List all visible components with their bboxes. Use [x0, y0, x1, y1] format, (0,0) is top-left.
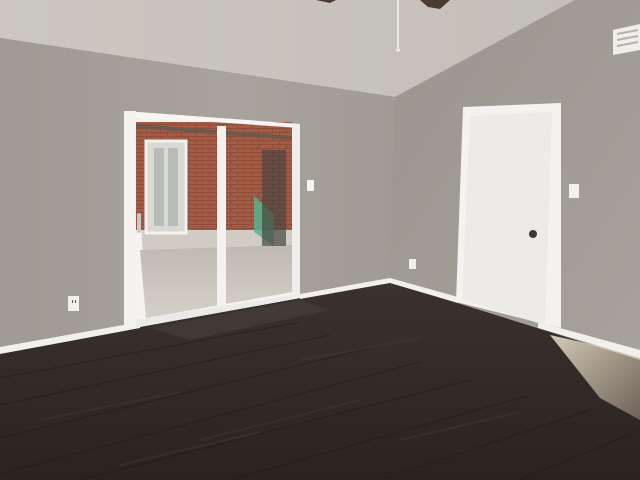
sliding-glass-door[interactable]: [124, 111, 300, 328]
power-outlet-icon: [409, 259, 416, 269]
light-switch-icon[interactable]: [307, 180, 314, 191]
closet-door[interactable]: [456, 103, 561, 328]
power-outlet-icon: [68, 296, 79, 311]
door-handle-icon: [137, 213, 141, 233]
light-switch-icon[interactable]: [569, 184, 579, 198]
empty-room-photo: [0, 0, 640, 480]
door-divider: [217, 126, 226, 310]
door-knob-icon[interactable]: [529, 230, 537, 238]
